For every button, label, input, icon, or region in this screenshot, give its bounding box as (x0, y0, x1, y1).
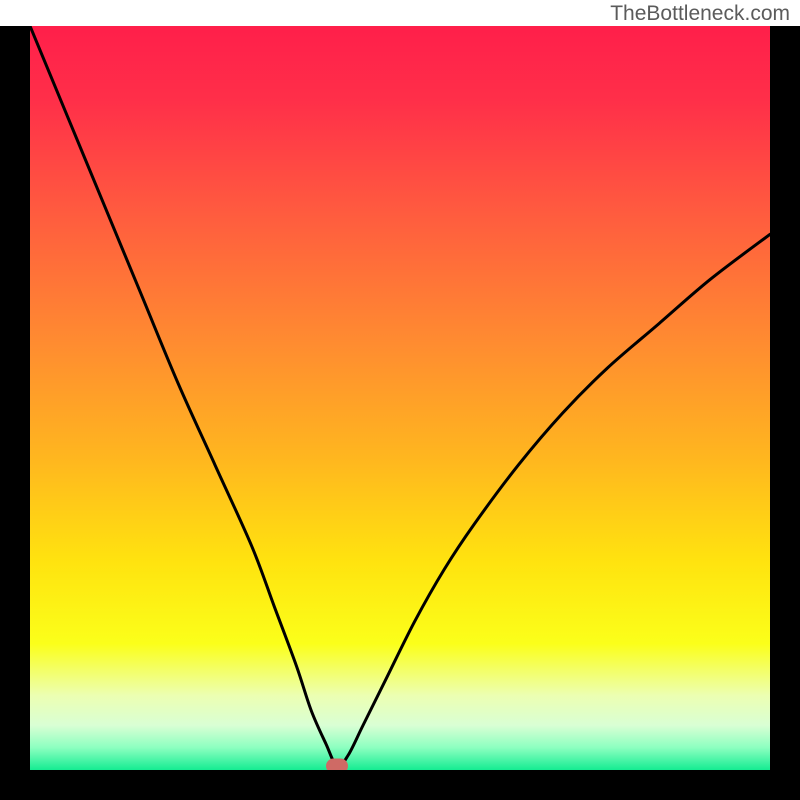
bottleneck-chart (0, 26, 800, 800)
plot-area (30, 26, 770, 770)
axis-bottom-band (0, 770, 800, 800)
watermark-text: TheBottleneck.com (610, 2, 790, 26)
axis-left-band (0, 26, 30, 770)
axis-right-band (770, 26, 800, 770)
bottleneck-curve (30, 26, 770, 770)
